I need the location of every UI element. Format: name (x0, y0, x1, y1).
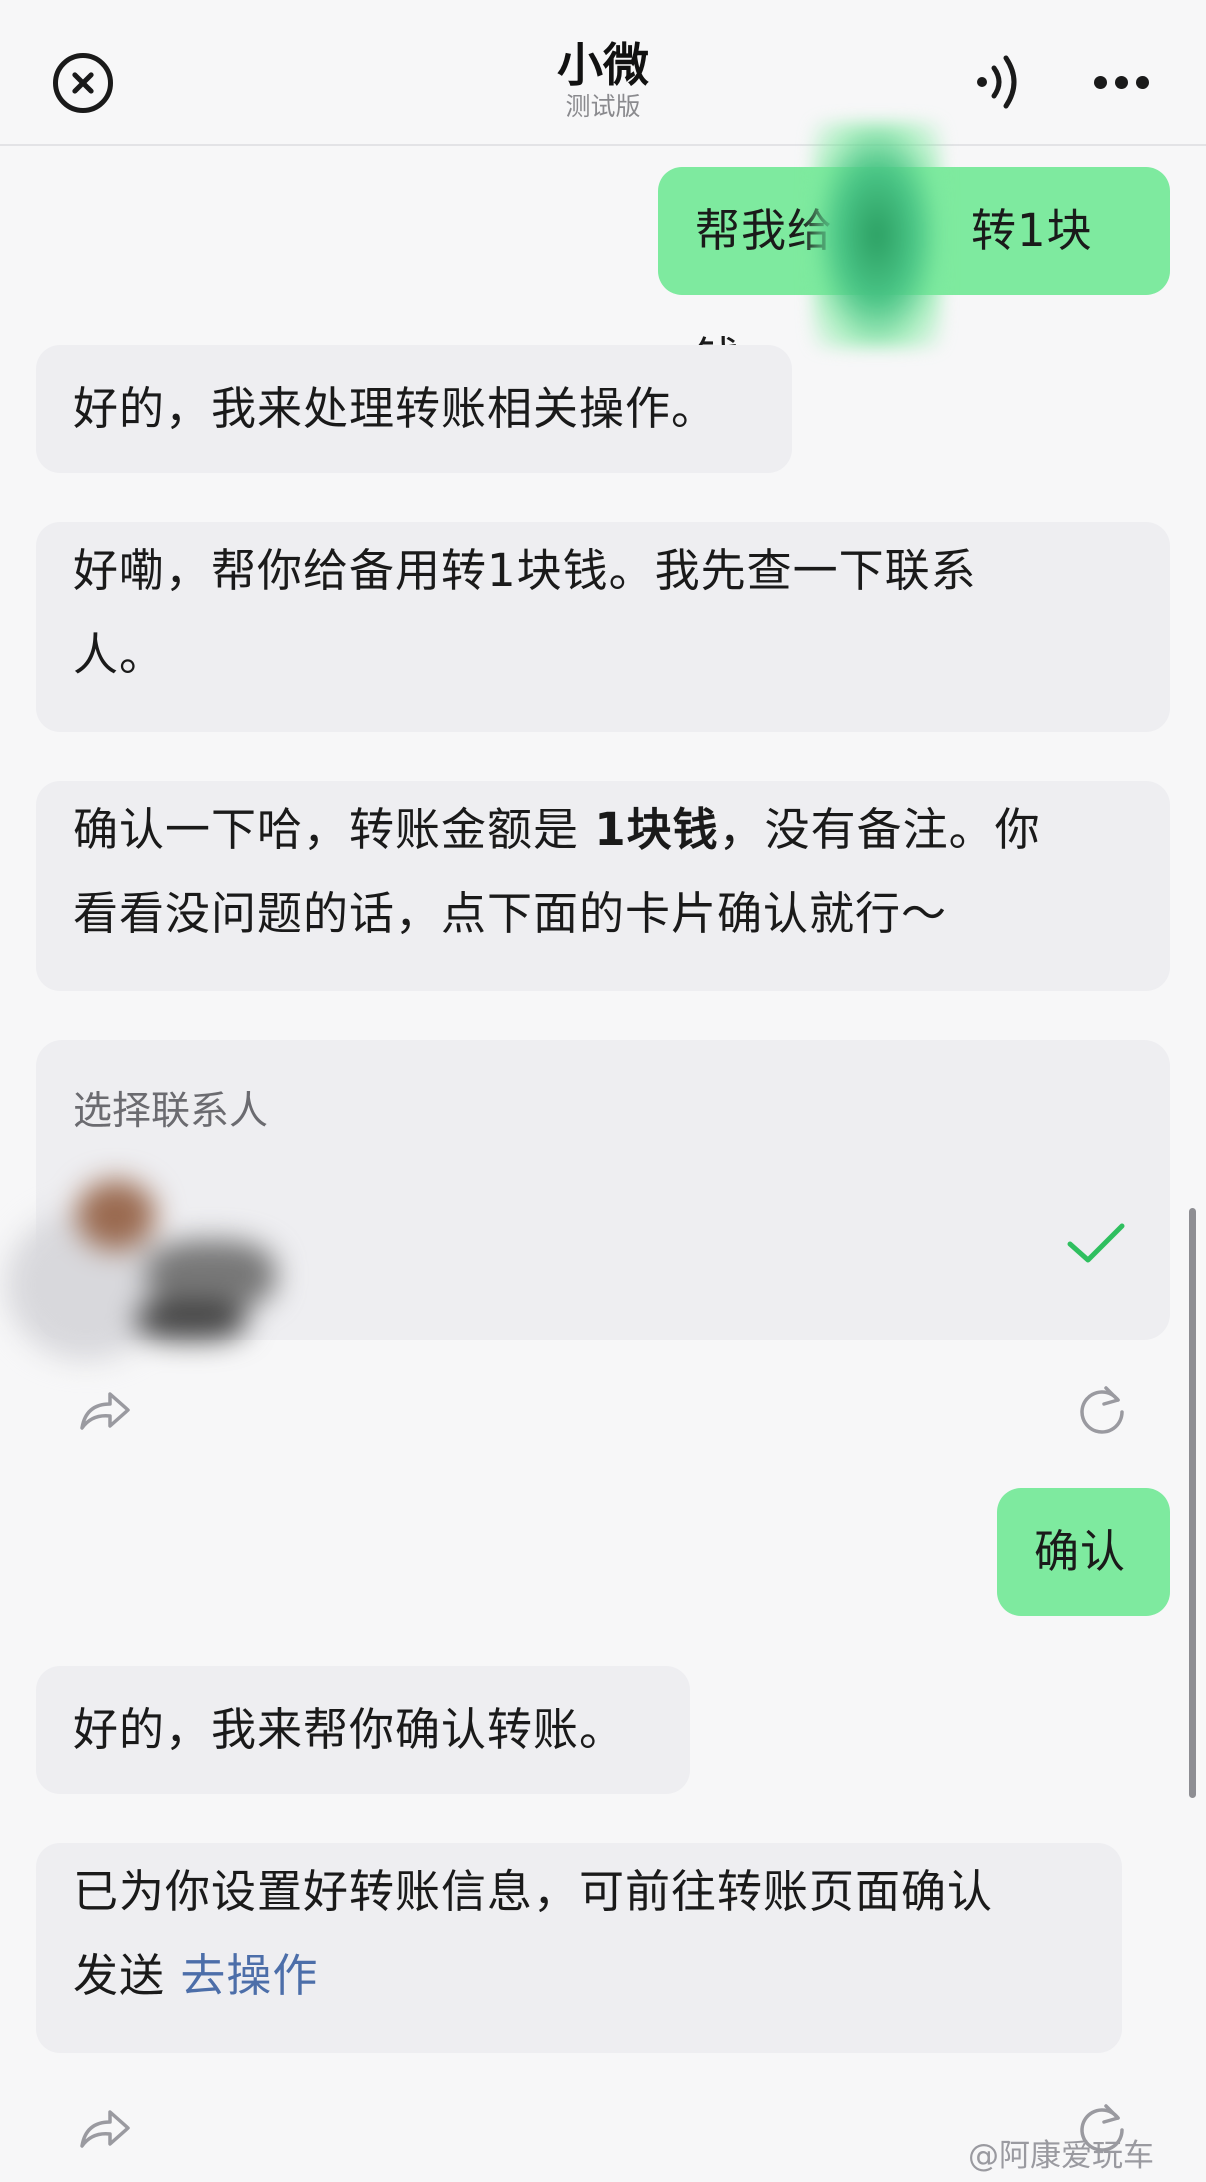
message-text: 好的，我来处理转账相关操作。 (73, 382, 718, 435)
share-icon[interactable] (76, 2100, 132, 2156)
go-action-link[interactable]: 去操作 (180, 1949, 318, 2002)
message-line: 好嘞，帮你给备用转1块钱。我先查一下联系 (73, 544, 977, 597)
bot-message: 确认一下哈，转账金额是 1块钱，没有备注。你 看看没问题的话，点下面的卡片确认就… (36, 781, 1170, 991)
message-text: ，没有备注。你 (718, 803, 1041, 856)
watermark: @阿康爱玩车 (968, 2138, 1154, 2174)
more-icon[interactable] (1092, 72, 1152, 92)
message-line: 已为你设置好转账信息，可前往转账页面确认 (73, 1865, 994, 1918)
message-line: 发送 去操作 (73, 1934, 1085, 2018)
contact-select-card[interactable]: 选择联系人 (6, 1040, 1170, 1360)
bot-message: 好的，我来处理转账相关操作。 (36, 345, 792, 473)
avatar (6, 1150, 326, 1370)
check-icon (1067, 1223, 1125, 1263)
message-text: 发送 (73, 1949, 166, 2002)
voice-icon[interactable] (974, 52, 1028, 112)
share-icon[interactable] (76, 1382, 132, 1438)
card-label: 选择联系人 (73, 1089, 269, 1134)
amount-text: 1块钱 (594, 803, 719, 856)
message-text: 确认 (1034, 1525, 1127, 1578)
redaction-blur (812, 122, 942, 348)
user-message: 确认 (997, 1488, 1170, 1616)
message-line: 人。 (73, 628, 166, 681)
message-line: 确认一下哈，转账金额是 1块钱，没有备注。你 (73, 788, 1133, 872)
bot-message: 好嘞，帮你给备用转1块钱。我先查一下联系 人。 (36, 522, 1170, 732)
regenerate-icon[interactable] (1074, 1382, 1130, 1438)
message-text: 确认一下哈，转账金额是 (73, 803, 595, 856)
bot-message: 已为你设置好转账信息，可前往转账页面确认 发送 去操作 (36, 1843, 1122, 2053)
bot-message: 好的，我来帮你确认转账。 (36, 1666, 690, 1794)
message-text: 好的，我来帮你确认转账。 (73, 1703, 626, 1756)
scrollbar[interactable] (1189, 1208, 1196, 1798)
message-line: 看看没问题的话，点下面的卡片确认就行～ (73, 887, 948, 940)
top-bar: 小微 测试版 (0, 0, 1206, 146)
